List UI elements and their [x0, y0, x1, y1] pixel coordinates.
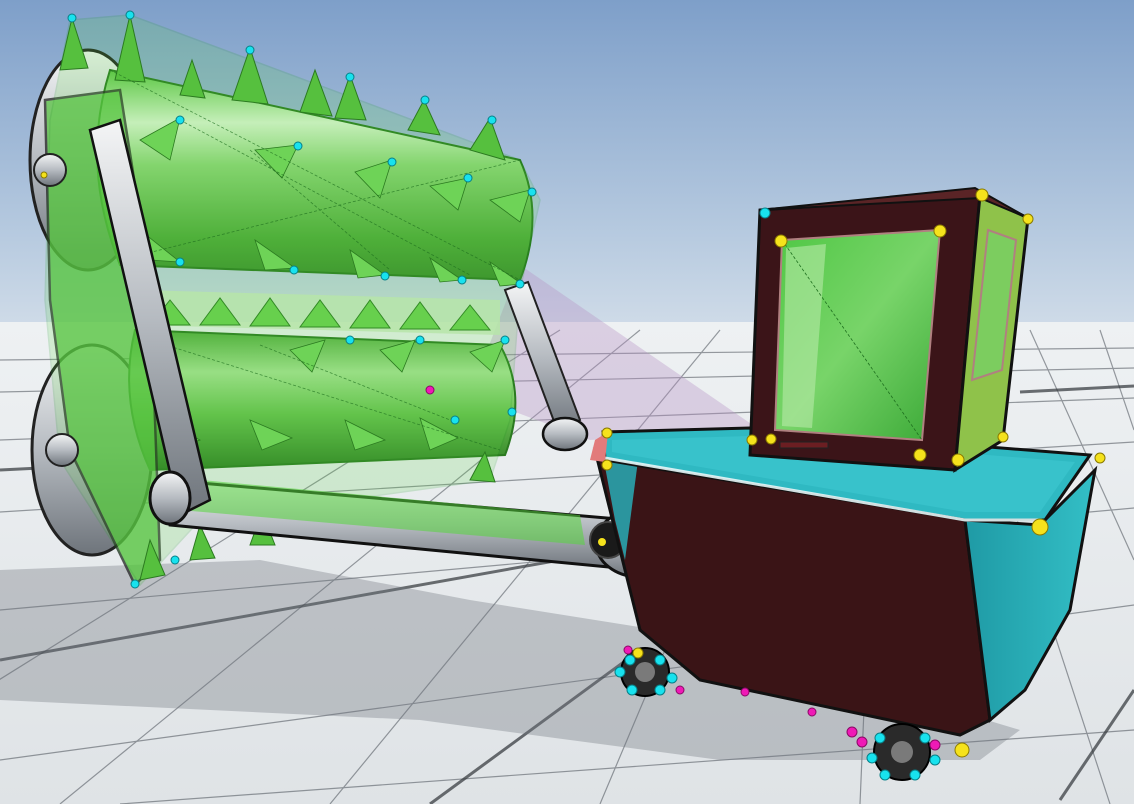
3d-viewport[interactable] — [0, 0, 1134, 804]
drum-hinge-lower — [45, 433, 79, 467]
cabin[interactable] — [748, 186, 1030, 473]
drum-hinge-upper — [33, 153, 67, 187]
scene-canvas — [0, 0, 1134, 804]
arm-pivot-drum — [148, 470, 192, 526]
strut-pivot — [541, 416, 589, 452]
